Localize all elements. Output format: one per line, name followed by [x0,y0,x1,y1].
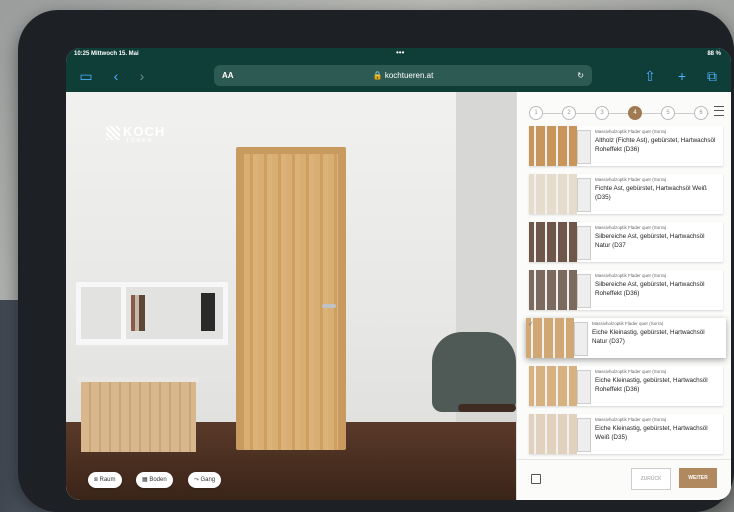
wood-swatch [529,222,577,262]
url-domain: kochtueren.at [384,71,434,80]
option-category: Massivholzoptik Flader quer (Sorra) [595,417,667,422]
step-2[interactable]: 2 [562,106,576,120]
new-tab-icon[interactable]: + [672,66,692,86]
logo-mark-icon [106,125,120,140]
surface-option-card[interactable]: ✓ Massivholzoptik Flader quer (Sorra) Eich… [526,318,726,358]
armchair [432,332,516,412]
multitask-dots[interactable]: ••• [396,48,404,59]
wood-swatch [529,270,577,310]
save-icon[interactable] [531,474,541,484]
url-text: 🔒 kochtueren.at [372,71,434,80]
gang-button-label: Gang [200,477,216,483]
wood-swatch [529,126,577,166]
floor-button[interactable]: ▦ Boden [136,472,173,488]
option-category: Massivholzoptik Flader quer (Sorra) [595,129,667,134]
wall-shelf [76,282,228,345]
option-title: Eiche Kleinastig, gebürstet, Hartwachsöl… [595,377,708,393]
step-indicator: 1 2 3 4 5 6 [529,106,709,120]
shelf-divider [121,287,126,339]
option-title: Silbereiche Ast, gebürstet, Hartwachsöl … [595,233,705,249]
surface-option-card[interactable]: Massivholzoptik Flader quer (Sorra) Eiche… [529,366,723,406]
configurator-panel: 1 2 3 4 5 6 Massivholzoptik Flader quer … [516,92,731,500]
side-table [458,404,516,412]
option-category: Massivholzoptik Flader quer (Sorra) [595,273,667,278]
surface-option-card[interactable]: Massivholzoptik Flader quer (Sorra) Ficht… [529,174,723,214]
step-1[interactable]: 1 [529,106,543,120]
surface-option-card[interactable]: Massivholzoptik Flader quer (Sorra) Altho… [529,126,723,166]
shelf-books-dark [201,293,215,331]
gang-button[interactable]: ⤳ Gang [188,472,222,488]
tablet-frame: 10:25 Mittwoch 15. Mai ••• 88 % ▭ ‹ › AA… [18,10,734,512]
door-thumbnail [577,178,591,212]
koch-logo: KOCH TÜREN [106,124,165,144]
status-bar: 10:25 Mittwoch 15. Mai ••• 88 % [66,48,731,60]
surface-option-list: Massivholzoptik Flader quer (Sorra) Altho… [526,126,726,462]
door-thumbnail [577,370,591,404]
menu-icon[interactable] [714,106,724,116]
tablet-screen: 10:25 Mittwoch 15. Mai ••• 88 % ▭ ‹ › AA… [66,48,731,500]
surface-option-card[interactable]: Massivholzoptik Flader quer (Sorra) Eiche… [529,414,723,454]
room-button-label: Raum [99,477,116,483]
room-button[interactable]: ⧈ Raum [88,472,122,488]
step-3[interactable]: 3 [595,106,609,120]
surface-option-card[interactable]: Massivholzoptik Flader quer (Sorra) Silbe… [529,222,723,262]
option-title: Eiche Kleinastig, gebürstet, Hartwachsöl… [595,425,708,441]
back-icon[interactable]: ‹ [106,66,126,86]
status-time: 10:25 Mittwoch 15. Mai [74,51,139,57]
door-thumbnail [577,226,591,260]
option-category: Massivholzoptik Flader quer (Sorra) [595,369,667,374]
option-title: Altholz (Fichte Ast), gebürstet, Hartwac… [595,137,716,153]
sideboard [81,382,196,452]
step-6[interactable]: 6 [694,106,708,120]
panel-footer: ZURÜCK WEITER [517,459,731,500]
address-bar[interactable]: AA 🔒 kochtueren.at ↻ [214,65,592,86]
wood-swatch [529,366,577,406]
shelf-books [131,295,145,331]
wood-swatch [529,414,577,454]
option-category: Massivholzoptik Flader quer (Sorra) [592,321,664,326]
step-5[interactable]: 5 [661,106,675,120]
reload-icon[interactable]: ↻ [577,65,584,86]
option-category: Massivholzoptik Flader quer (Sorra) [595,177,667,182]
logo-name: KOCH [123,124,166,139]
floor-button-label: Boden [149,477,167,483]
door-handle [322,304,336,308]
tabs-icon[interactable]: ⧉ [702,66,722,86]
sidebar-icon[interactable]: ▭ [76,66,96,86]
option-title: Silbereiche Ast, gebürstet, Hartwachsöl … [595,281,705,297]
surface-option-card[interactable]: Massivholzoptik Flader quer (Sorra) Silbe… [529,270,723,310]
wood-swatch [529,174,577,214]
room-preview[interactable]: KOCH TÜREN ⧈ Raum ▦ Boden ⤳ Gang [66,92,516,500]
battery-indicator: 88 % [707,51,721,57]
share-icon[interactable]: ⇧ [640,66,660,86]
forward-icon[interactable]: › [132,66,152,86]
door-thumbnail [577,418,591,452]
browser-toolbar: ▭ ‹ › AA 🔒 kochtueren.at ↻ ⇧ + ⧉ [66,60,731,92]
option-title: Eiche Kleinastig, gebürstet, Hartwachsöl… [592,329,705,345]
next-button[interactable]: WEITER [679,468,717,488]
door-thumbnail [577,274,591,308]
back-button[interactable]: ZURÜCK [631,468,671,490]
option-title: Fichte Ast, gebürstet, Hartwachsöl Weiß … [595,185,707,201]
step-4[interactable]: 4 [628,106,642,120]
door-preview [244,154,338,450]
check-icon: ✓ [528,321,534,328]
door-thumbnail [574,322,588,356]
door-thumbnail [577,130,591,164]
option-category: Massivholzoptik Flader quer (Sorra) [595,225,667,230]
